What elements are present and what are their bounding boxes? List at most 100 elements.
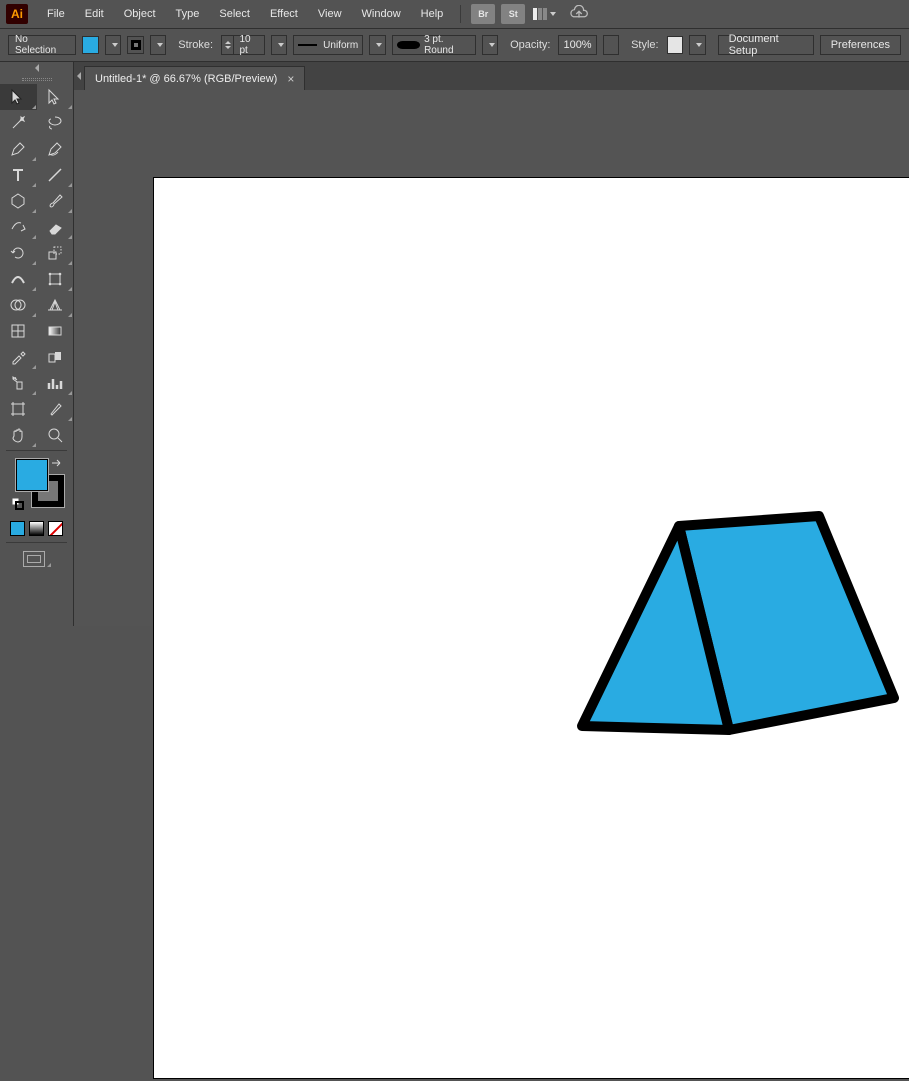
selection-status: No Selection (8, 35, 76, 55)
curvature-tool[interactable] (37, 136, 74, 162)
chevron-down-icon (550, 12, 556, 16)
arrange-documents-button[interactable] (533, 8, 556, 20)
shape-builder-tool[interactable] (0, 292, 37, 318)
bridge-button[interactable]: Br (471, 4, 495, 24)
none-mode-button[interactable] (48, 521, 63, 536)
artwork[interactable] (154, 178, 909, 1078)
stroke-label: Stroke: (178, 39, 213, 51)
eyedropper-tool[interactable] (0, 344, 37, 370)
artboard[interactable] (154, 178, 909, 1078)
gradient-tool[interactable] (37, 318, 74, 344)
mesh-tool[interactable] (0, 318, 37, 344)
style-label: Style: (631, 39, 659, 51)
menu-select[interactable]: Select (210, 4, 259, 24)
brush-name: Uniform (323, 40, 358, 51)
variable-width-shape-icon (397, 41, 420, 49)
paintbrush-tool[interactable] (37, 188, 74, 214)
swap-fill-stroke-icon[interactable] (50, 457, 64, 471)
shape-tool[interactable] (0, 188, 37, 214)
menu-window[interactable]: Window (353, 4, 410, 24)
fill-dropdown[interactable] (105, 35, 121, 55)
scale-tool[interactable] (37, 240, 74, 266)
shaper-tool[interactable] (0, 214, 37, 240)
chevron-down-icon (278, 43, 284, 47)
direct-selection-tool[interactable] (37, 84, 74, 110)
preferences-button[interactable]: Preferences (820, 35, 901, 55)
lasso-tool[interactable] (37, 110, 74, 136)
color-mode-button[interactable] (10, 521, 25, 536)
stroke-weight-dropdown[interactable] (271, 35, 287, 55)
free-transform-tool[interactable] (37, 266, 74, 292)
eraser-tool[interactable] (37, 214, 74, 240)
document-tab[interactable]: Untitled-1* @ 66.67% (RGB/Preview) × (84, 66, 305, 90)
blend-tool[interactable] (37, 344, 74, 370)
document-tab-strip: Untitled-1* @ 66.67% (RGB/Preview) × (74, 62, 909, 90)
perspective-grid-tool[interactable] (37, 292, 74, 318)
opacity-dropdown[interactable] (603, 35, 619, 55)
close-tab-button[interactable]: × (287, 72, 294, 86)
chevron-down-icon (112, 43, 118, 47)
brush-preview-line (298, 44, 317, 46)
hand-tool[interactable] (0, 422, 37, 448)
menu-help[interactable]: Help (412, 4, 453, 24)
column-graph-tool[interactable] (37, 370, 74, 396)
opacity-input[interactable]: 100% (558, 35, 596, 55)
menu-view[interactable]: View (309, 4, 351, 24)
line-segment-tool[interactable] (37, 162, 74, 188)
chevron-down-icon (696, 43, 702, 47)
opacity-label: Opacity: (510, 39, 550, 51)
tools-panel (0, 62, 74, 626)
draw-mode-bar (0, 517, 73, 540)
slice-tool[interactable] (37, 396, 74, 422)
menu-object[interactable]: Object (115, 4, 165, 24)
tools-collapse[interactable] (0, 62, 73, 74)
menu-effect[interactable]: Effect (261, 4, 307, 24)
screen-mode-icon (23, 551, 45, 567)
fill-stroke-control[interactable] (10, 457, 63, 515)
menu-file[interactable]: File (38, 4, 74, 24)
artboard-tool[interactable] (0, 396, 37, 422)
document-setup-button[interactable]: Document Setup (718, 35, 814, 55)
stroke-swatch[interactable] (127, 36, 143, 54)
selection-tool[interactable] (0, 84, 37, 110)
menu-type[interactable]: Type (167, 4, 209, 24)
menu-separator (460, 5, 461, 23)
brush-definition[interactable]: Uniform (293, 35, 363, 55)
sync-settings-icon[interactable] (568, 5, 590, 23)
default-fill-swatch[interactable] (16, 459, 48, 491)
tabstrip-collapse[interactable] (74, 62, 84, 90)
gradient-mode-button[interactable] (29, 521, 44, 536)
stroke-weight-input[interactable]: 10 pt (221, 35, 265, 55)
opacity-value[interactable]: 100% (563, 39, 591, 51)
chevron-down-icon (489, 43, 495, 47)
control-bar: No Selection Stroke: 10 pt Uniform 3 pt.… (0, 28, 909, 62)
screen-mode-button[interactable] (0, 545, 73, 573)
symbol-sprayer-tool[interactable] (0, 370, 37, 396)
menu-bar: Ai File Edit Object Type Select Effect V… (0, 0, 909, 28)
variable-width-profile[interactable]: 3 pt. Round (392, 35, 476, 55)
graphic-style-dropdown[interactable] (689, 35, 705, 55)
document-tab-title: Untitled-1* @ 66.67% (RGB/Preview) (95, 73, 277, 85)
app-logo: Ai (6, 4, 28, 24)
canvas-area[interactable] (74, 90, 909, 626)
tools-drag-handle[interactable] (0, 74, 73, 84)
chevron-down-icon (376, 43, 382, 47)
type-tool[interactable] (0, 162, 37, 188)
stock-button[interactable]: St (501, 4, 525, 24)
stroke-dropdown[interactable] (150, 35, 166, 55)
chevron-down-icon (157, 43, 163, 47)
variable-width-dropdown[interactable] (482, 35, 498, 55)
brush-dropdown[interactable] (369, 35, 385, 55)
menu-edit[interactable]: Edit (76, 4, 113, 24)
variable-width-value: 3 pt. Round (424, 34, 471, 56)
magic-wand-tool[interactable] (0, 110, 37, 136)
graphic-style-swatch[interactable] (667, 36, 683, 54)
pen-tool[interactable] (0, 136, 37, 162)
stroke-weight-stepper[interactable] (222, 36, 234, 54)
default-fill-stroke-icon[interactable] (11, 497, 25, 511)
width-tool[interactable] (0, 266, 37, 292)
fill-swatch[interactable] (82, 36, 98, 54)
rotate-tool[interactable] (0, 240, 37, 266)
stroke-weight-value[interactable]: 10 pt (234, 34, 263, 56)
zoom-tool[interactable] (37, 422, 74, 448)
